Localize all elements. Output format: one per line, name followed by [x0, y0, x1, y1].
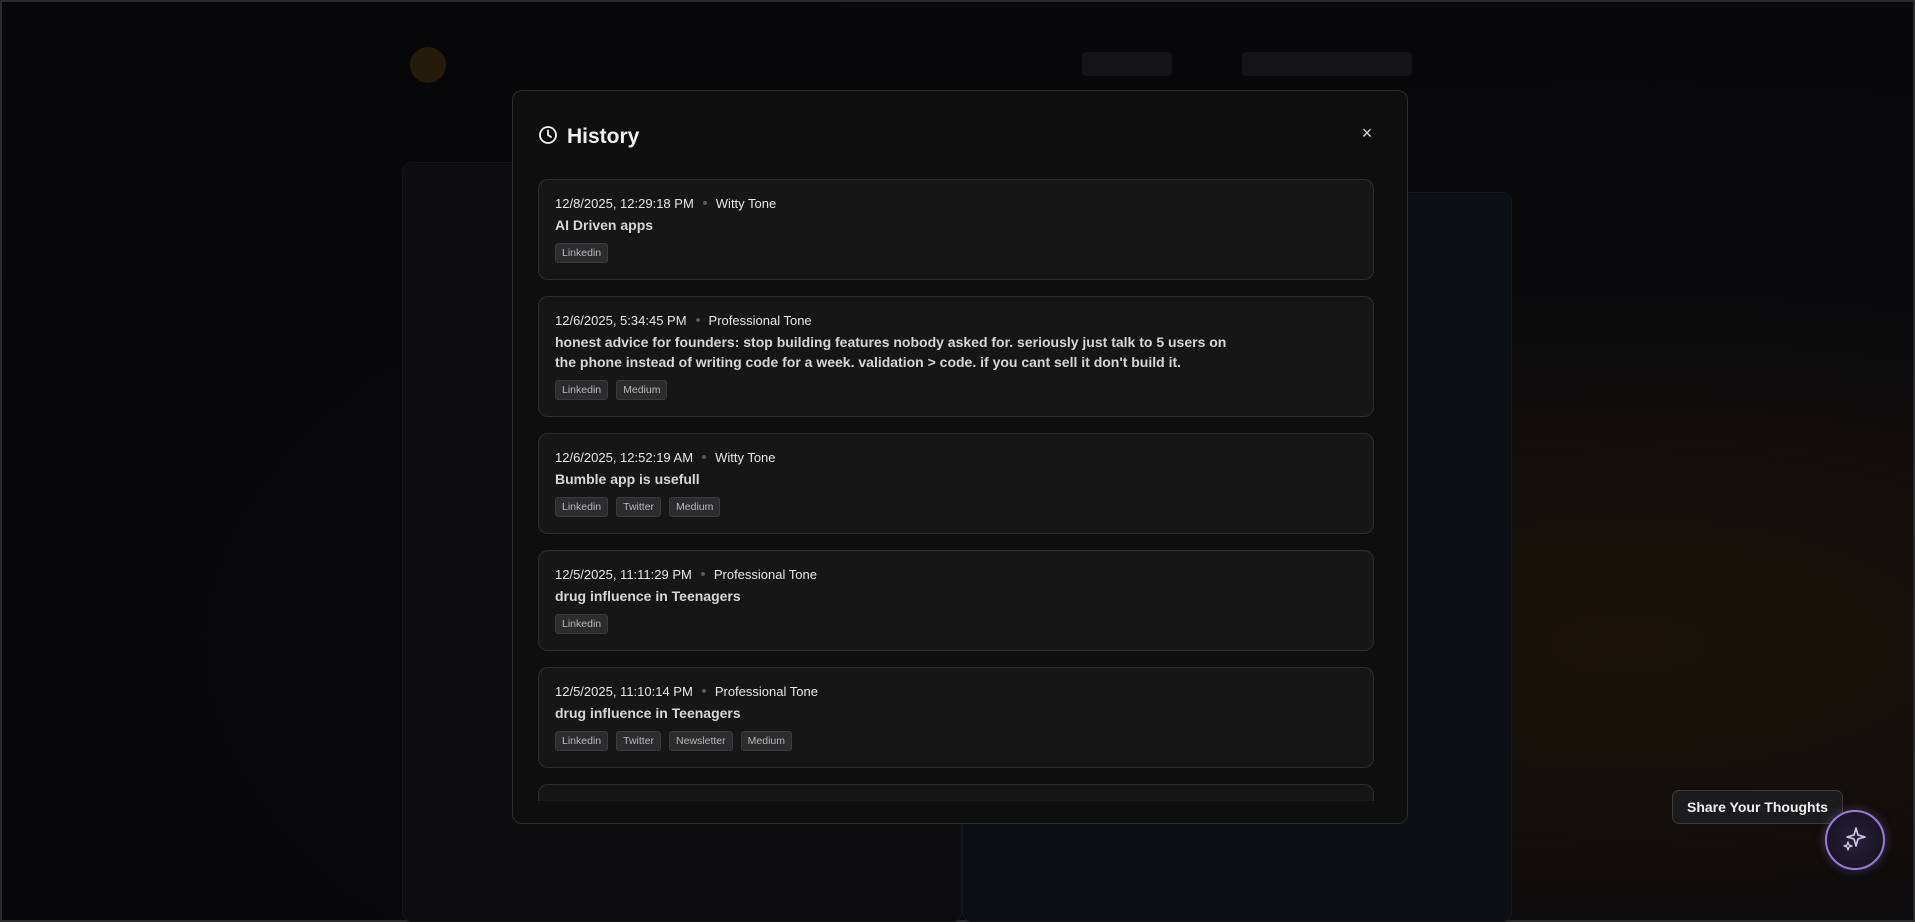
modal-header: History: [538, 123, 639, 151]
history-topic: drug influence in Teenagers: [555, 588, 741, 604]
platform-tag: Newsletter: [669, 731, 733, 751]
platform-tags: Linkedin: [555, 614, 1357, 634]
history-card[interactable]: 12/5/2025, 11:11:29 PM Professional Tone…: [538, 550, 1374, 651]
history-tone: Witty Tone: [715, 449, 776, 465]
history-meta: 12/5/2025, 11:11:29 PM Professional Tone: [555, 566, 1357, 582]
platform-tag: Linkedin: [555, 614, 609, 634]
share-thoughts-tooltip: Share Your Thoughts: [1672, 790, 1844, 824]
platform-tag: Linkedin: [555, 731, 609, 751]
close-icon[interactable]: ×: [1362, 123, 1373, 144]
history-card[interactable]: 12/8/2025, 12:29:18 PM Witty Tone AI Dri…: [538, 179, 1374, 280]
separator-dot: [701, 689, 706, 693]
platform-tag: Medium: [669, 497, 721, 517]
background-header-button: [1082, 52, 1172, 76]
history-card[interactable]: 12/5/2025, 11:10:14 PM Professional Tone…: [538, 667, 1374, 768]
platform-tag: Medium: [740, 731, 793, 751]
platform-tag: Linkedin: [555, 497, 609, 517]
platform-tags: Linkedin Twitter Medium: [555, 497, 1357, 517]
history-topic: honest advice for founders: stop buildin…: [555, 334, 1227, 370]
history-meta: 12/8/2025, 12:29:18 PM Witty Tone: [555, 195, 1357, 211]
history-meta: 12/6/2025, 5:34:45 PM Professional Tone: [555, 312, 1357, 328]
history-timestamp: 12/6/2025, 12:52:19 AM: [555, 449, 694, 465]
platform-tag: Twitter: [616, 731, 662, 751]
history-card-partial[interactable]: [538, 784, 1374, 801]
platform-tag: Linkedin: [555, 380, 609, 400]
history-list[interactable]: 12/8/2025, 12:29:18 PM Witty Tone AI Dri…: [537, 179, 1377, 801]
platform-tags: Linkedin Medium: [555, 380, 1357, 400]
platform-tag: Twitter: [616, 497, 662, 517]
history-card[interactable]: 12/6/2025, 5:34:45 PM Professional Tone …: [538, 296, 1374, 417]
history-tone: Professional Tone: [714, 683, 818, 699]
platform-tag: Linkedin: [555, 243, 609, 263]
platform-tags: Linkedin Twitter Newsletter Medium: [555, 731, 1357, 751]
history-timestamp: 12/6/2025, 5:34:45 PM: [555, 312, 687, 328]
history-tone: Professional Tone: [708, 312, 812, 328]
separator-dot: [695, 318, 700, 322]
clock-icon: [538, 125, 558, 150]
history-timestamp: 12/5/2025, 11:10:14 PM: [555, 683, 693, 699]
history-topic: drug influence in Teenagers: [555, 705, 741, 721]
history-timestamp: 12/5/2025, 11:11:29 PM: [555, 566, 692, 582]
modal-title: History: [567, 125, 640, 148]
background-header-button: [1242, 52, 1412, 76]
sparkles-icon: [1840, 823, 1870, 858]
feedback-button[interactable]: [1825, 810, 1885, 870]
history-topic: AI Driven apps: [555, 217, 654, 233]
close-button[interactable]: ×: [1357, 123, 1377, 143]
separator-dot: [702, 201, 707, 205]
background-logo: [410, 47, 446, 83]
separator-dot: [700, 572, 705, 576]
history-card[interactable]: 12/6/2025, 12:52:19 AM Witty Tone Bumble…: [538, 433, 1374, 534]
separator-dot: [702, 455, 707, 459]
history-meta: 12/6/2025, 12:52:19 AM Witty Tone: [555, 449, 1357, 465]
history-modal: History × 12/8/2025, 12:29:18 PM Witty T…: [512, 90, 1408, 824]
platform-tag: Medium: [616, 380, 668, 400]
history-tone: Witty Tone: [715, 195, 777, 211]
history-meta: 12/5/2025, 11:10:14 PM Professional Tone: [555, 683, 1357, 699]
platform-tags: Linkedin: [555, 243, 1357, 263]
history-timestamp: 12/8/2025, 12:29:18 PM: [555, 195, 694, 211]
history-tone: Professional Tone: [713, 566, 817, 582]
history-topic: Bumble app is usefull: [555, 471, 700, 487]
